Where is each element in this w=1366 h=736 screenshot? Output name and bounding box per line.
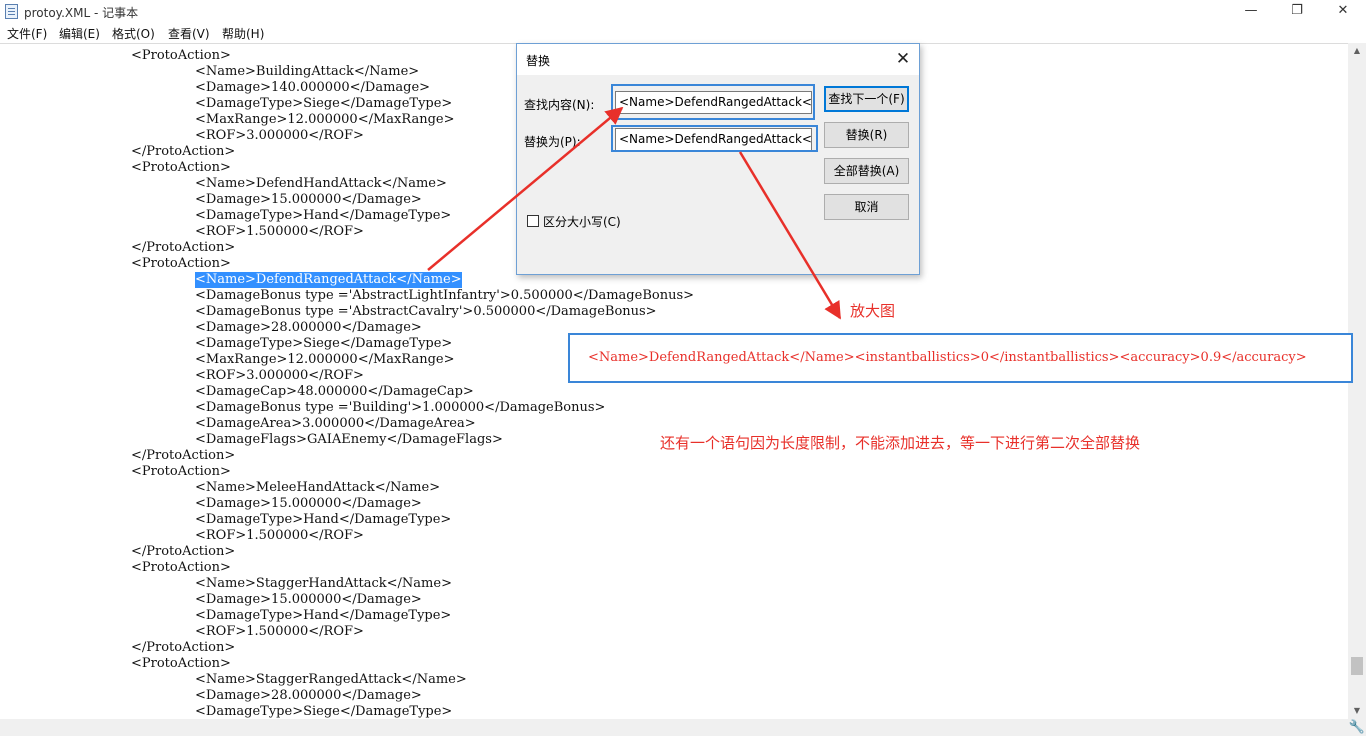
code-line: <Name>BuildingAttack</Name> — [195, 64, 420, 79]
zoom-label: 放大图 — [850, 302, 896, 320]
code-line: <ProtoAction> — [131, 656, 231, 671]
replace-input-highlight — [611, 125, 818, 152]
code-line: <Damage>15.000000</Damage> — [195, 592, 422, 607]
code-line: <DamageBonus type ='AbstractLightInfantr… — [195, 288, 695, 303]
replace-all-button[interactable]: 全部替换(A) — [824, 158, 909, 184]
code-line: <DamageBonus type ='AbstractCavalry'>0.5… — [195, 304, 657, 319]
menu-bar: 文件(F) 编辑(E) 格式(O) 查看(V) 帮助(H) — [0, 24, 1366, 43]
code-line: <DamageType>Hand</DamageType> — [195, 208, 452, 223]
code-line: <ProtoAction> — [131, 48, 231, 63]
find-label: 查找内容(N): — [524, 98, 595, 112]
window-title: protoy.XML - 记事本 — [24, 6, 139, 20]
dialog-title: 替换 — [526, 54, 551, 68]
code-line: <DamageType>Hand</DamageType> — [195, 512, 452, 527]
scrollbar-thumb[interactable] — [1351, 657, 1363, 675]
dialog-close-icon[interactable]: ✕ — [887, 44, 919, 75]
code-line: <ProtoAction> — [131, 256, 231, 271]
scroll-up-icon[interactable]: ▲ — [1348, 43, 1366, 59]
code-line: <DamageFlags>GAIAEnemy</DamageFlags> — [195, 432, 503, 447]
code-line: <Damage>15.000000</Damage> — [195, 496, 422, 511]
code-line: <ProtoAction> — [131, 464, 231, 479]
menu-view[interactable]: 查看(V) — [168, 25, 210, 42]
code-line: <ROF>1.500000</ROF> — [195, 624, 364, 639]
menu-file[interactable]: 文件(F) — [7, 25, 47, 42]
cancel-button[interactable]: 取消 — [824, 194, 909, 220]
code-line: <DamageType>Siege</DamageType> — [195, 336, 453, 351]
maximize-button[interactable]: ❐ — [1274, 0, 1320, 24]
code-line: <ROF>1.500000</ROF> — [195, 224, 364, 239]
code-line: <DamageType>Hand</DamageType> — [195, 608, 452, 623]
annotation-note: 还有一个语句因为长度限制，不能添加进去，等一下进行第二次全部替换 — [660, 434, 1141, 452]
code-line: <Name>MeleeHandAttack</Name> — [195, 480, 441, 495]
menu-format[interactable]: 格式(O) — [112, 25, 155, 42]
minimize-button[interactable]: — — [1228, 0, 1274, 24]
code-line: </ProtoAction> — [131, 144, 236, 159]
code-line: </ProtoAction> — [131, 240, 236, 255]
code-line: <Name>StaggerRangedAttack</Name> — [195, 672, 467, 687]
replace-label: 替换为(P): — [524, 135, 581, 149]
close-button[interactable]: ✕ — [1320, 0, 1366, 24]
code-line: <ROF>3.000000</ROF> — [195, 368, 364, 383]
scroll-down-icon[interactable]: ▼ — [1348, 703, 1366, 719]
replace-button[interactable]: 替换(R) — [824, 122, 909, 148]
match-case-label: 区分大小写(C) — [543, 215, 621, 229]
code-line: <ROF>1.500000</ROF> — [195, 528, 364, 543]
code-line: <MaxRange>12.000000</MaxRange> — [195, 352, 455, 367]
wrench-icon: 🔧 — [1348, 719, 1366, 736]
match-case-checkbox[interactable] — [527, 215, 539, 227]
code-line: <DamageBonus type ='Building'>1.000000</… — [195, 400, 606, 415]
code-line: <Damage>140.000000</Damage> — [195, 80, 431, 95]
zoom-text: <Name>DefendRangedAttack</Name><instantb… — [588, 350, 1307, 365]
code-line: <Name>DefendHandAttack</Name> — [195, 176, 447, 191]
code-line: <DamageType>Siege</DamageType> — [195, 96, 453, 111]
horizontal-scrollbar[interactable] — [0, 719, 1348, 736]
code-line: <Name>StaggerHandAttack</Name> — [195, 576, 452, 591]
code-line: </ProtoAction> — [131, 448, 236, 463]
dialog-titlebar[interactable]: 替换 ✕ — [517, 44, 919, 75]
find-next-button[interactable]: 查找下一个(F) — [824, 86, 909, 112]
menu-edit[interactable]: 编辑(E) — [59, 25, 100, 42]
code-line: <ProtoAction> — [131, 160, 231, 175]
window-titlebar: protoy.XML - 记事本 — ❐ ✕ — [0, 0, 1366, 24]
notepad-icon — [5, 4, 18, 19]
code-line: <DamageArea>3.000000</DamageArea> — [195, 416, 476, 431]
code-line: <Damage>28.000000</Damage> — [195, 688, 422, 703]
code-line: </ProtoAction> — [131, 640, 236, 655]
code-line: <ROF>3.000000</ROF> — [195, 128, 364, 143]
code-line: <Damage>15.000000</Damage> — [195, 192, 422, 207]
find-input-highlight — [611, 84, 815, 120]
selected-code-line: <Name>DefendRangedAttack</Name> — [195, 272, 462, 288]
code-line: <DamageCap>48.000000</DamageCap> — [195, 384, 474, 399]
code-line: <Damage>28.000000</Damage> — [195, 320, 422, 335]
menu-help[interactable]: 帮助(H) — [222, 25, 264, 42]
code-line: <MaxRange>12.000000</MaxRange> — [195, 112, 455, 127]
code-line: <DamageType>Siege</DamageType> — [195, 704, 453, 719]
replace-dialog: 替换 ✕ 查找内容(N): <Name>DefendRangedAttack</… — [516, 43, 920, 275]
code-line: </ProtoAction> — [131, 544, 236, 559]
code-line: <ProtoAction> — [131, 560, 231, 575]
